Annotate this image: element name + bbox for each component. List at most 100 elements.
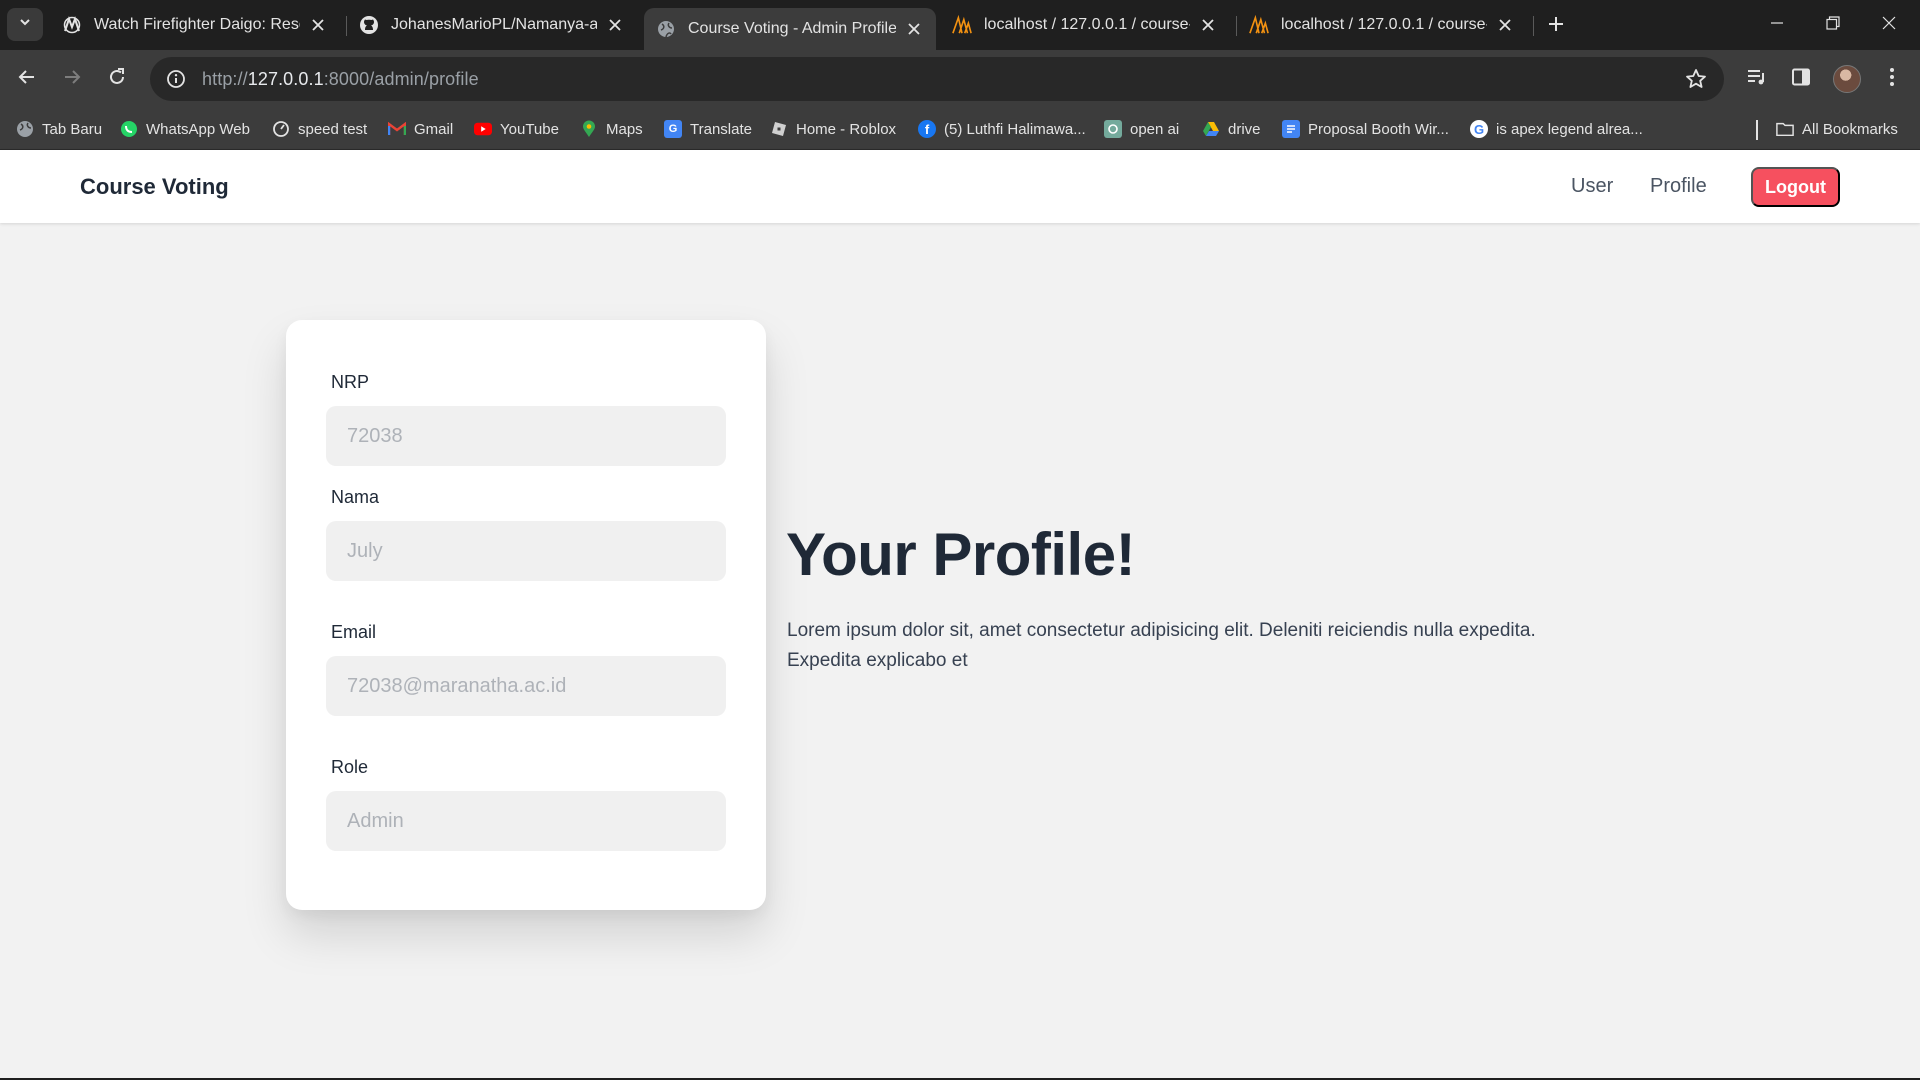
new-tab-button[interactable] — [1540, 10, 1572, 42]
nama-field[interactable] — [326, 521, 726, 581]
role-label: Role — [331, 757, 369, 777]
url-text[interactable]: http://127.0.0.1:8000/admin/profile — [202, 69, 479, 90]
tab-firefighter-daigo[interactable]: Watch Firefighter Daigo: Rescue — [50, 6, 340, 44]
side-panel-button[interactable] — [1785, 63, 1817, 95]
bookmark-label: Maps — [606, 120, 643, 138]
bookmark-label: Tab Baru — [42, 120, 103, 138]
folder-icon — [1776, 120, 1794, 138]
back-button[interactable] — [11, 63, 43, 95]
speedometer-icon — [272, 120, 290, 138]
media-queue-icon — [1746, 67, 1768, 92]
minimize-icon — [1770, 16, 1784, 35]
minimize-button[interactable] — [1749, 0, 1805, 50]
tab-search-button[interactable] — [7, 8, 43, 41]
bookmark-star-icon[interactable] — [1684, 67, 1708, 91]
browser-toolbar: http://127.0.0.1:8000/admin/profile — [0, 50, 1920, 108]
roblox-icon — [770, 120, 788, 138]
side-panel-icon — [1791, 67, 1811, 92]
tab-phpmyadmin-1[interactable]: localhost / 127.0.0.1 / course-vo — [940, 6, 1230, 44]
url-host: 127.0.0.1 — [247, 68, 324, 89]
close-icon[interactable] — [605, 15, 625, 35]
tab-title: JohanesMarioPL/Namanya-apa — [391, 16, 597, 33]
close-icon[interactable] — [308, 15, 328, 35]
bookmark-label: Proposal Booth Wir... — [1308, 120, 1449, 138]
bookmark-drive[interactable]: drive — [1202, 117, 1261, 141]
arrow-left-icon — [17, 67, 37, 92]
close-icon[interactable] — [1198, 15, 1218, 35]
bookmark-youtube[interactable]: YouTube — [474, 117, 559, 141]
all-bookmarks-label: All Bookmarks — [1802, 120, 1898, 138]
bookmark-label: speed test — [298, 120, 368, 138]
phpmyadmin-icon — [1249, 15, 1269, 35]
nrp-label: NRP — [331, 372, 370, 392]
bookmark-label: Translate — [690, 120, 752, 138]
arrow-right-icon — [62, 67, 82, 92]
openai-icon — [1104, 120, 1122, 138]
facebook-icon: f — [918, 120, 936, 138]
bookmarks-divider — [1756, 120, 1758, 140]
maps-pin-icon — [580, 120, 598, 138]
browser-menu-button[interactable] — [1876, 63, 1908, 95]
bookmark-label: open ai — [1130, 120, 1180, 138]
bookmark-facebook[interactable]: f (5) Luthfi Halimawa... — [918, 117, 1086, 141]
chevron-down-icon — [18, 15, 32, 34]
tab-title: Watch Firefighter Daigo: Rescue — [94, 16, 300, 33]
browser-tab-bar: Watch Firefighter Daigo: Rescue JohanesM… — [0, 0, 1920, 50]
page-content: Course Voting User Profile Logout NRP Na… — [0, 150, 1920, 1078]
reload-button[interactable] — [101, 63, 133, 95]
brand-logo-text[interactable]: Course Voting — [80, 174, 229, 200]
bookmark-roblox[interactable]: Home - Roblox — [770, 117, 896, 141]
site-info-icon[interactable] — [164, 67, 188, 91]
whatsapp-icon — [120, 120, 138, 138]
google-icon: G — [1470, 120, 1488, 138]
google-drive-icon — [1202, 120, 1220, 138]
tab-course-voting[interactable]: Course Voting - Admin Profile — [644, 8, 936, 50]
url-scheme: http:// — [202, 68, 248, 89]
close-icon[interactable] — [1495, 15, 1515, 35]
close-icon[interactable] — [904, 19, 924, 39]
tab-github-repo[interactable]: JohanesMarioPL/Namanya-apa — [347, 6, 637, 44]
address-bar[interactable]: http://127.0.0.1:8000/admin/profile — [150, 57, 1724, 101]
bookmark-label: Home - Roblox — [796, 120, 897, 138]
reload-icon — [107, 67, 127, 92]
bookmark-gmail[interactable]: Gmail — [388, 117, 453, 141]
bookmark-apex-legend[interactable]: G is apex legend alrea... — [1470, 117, 1643, 141]
close-window-button[interactable] — [1861, 0, 1917, 50]
phpmyadmin-icon — [952, 15, 972, 35]
bookmark-whatsapp[interactable]: WhatsApp Web — [120, 117, 250, 141]
avatar — [1833, 65, 1861, 93]
bookmarks-bar: Tab Baru WhatsApp Web speed test Gmail Y… — [0, 108, 1920, 150]
github-icon — [359, 15, 379, 35]
role-field[interactable] — [326, 791, 726, 851]
anime-site-icon — [62, 15, 82, 35]
bookmark-speed-test[interactable]: speed test — [272, 117, 367, 141]
logout-button[interactable]: Logout — [1751, 167, 1840, 207]
nama-label: Nama — [331, 487, 380, 507]
bookmark-label: Gmail — [414, 120, 454, 138]
restore-button[interactable] — [1805, 0, 1861, 50]
bookmark-proposal-booth[interactable]: Proposal Booth Wir... — [1282, 117, 1449, 141]
bookmark-maps[interactable]: Maps — [580, 117, 643, 141]
tab-separator — [1533, 16, 1534, 36]
bookmark-openai[interactable]: open ai — [1104, 117, 1179, 141]
nav-link-user[interactable]: User — [1571, 175, 1613, 198]
email-field[interactable] — [326, 656, 726, 716]
forward-button[interactable] — [56, 63, 88, 95]
tab-phpmyadmin-2[interactable]: localhost / 127.0.0.1 / course-vo — [1237, 6, 1527, 44]
profile-button[interactable] — [1831, 63, 1863, 95]
gmail-icon — [388, 120, 406, 138]
restore-icon — [1826, 15, 1840, 35]
nrp-field[interactable] — [326, 406, 726, 466]
tab-title: localhost / 127.0.0.1 / course-vo — [984, 16, 1190, 33]
all-bookmarks-button[interactable]: All Bookmarks — [1776, 117, 1898, 141]
bookmark-translate[interactable]: G Translate — [664, 117, 752, 141]
profile-card: NRP Nama Email Role — [286, 320, 766, 910]
tab-title: Course Voting - Admin Profile — [688, 20, 896, 37]
google-docs-icon — [1282, 120, 1300, 138]
plus-icon — [1548, 16, 1564, 37]
nav-link-profile[interactable]: Profile — [1650, 175, 1707, 198]
bookmark-tab-baru[interactable]: Tab Baru — [16, 117, 102, 141]
url-path: :8000/admin/profile — [323, 68, 479, 89]
media-controls-button[interactable] — [1741, 63, 1773, 95]
page-description: Lorem ipsum dolor sit, amet consectetur … — [787, 620, 1536, 671]
